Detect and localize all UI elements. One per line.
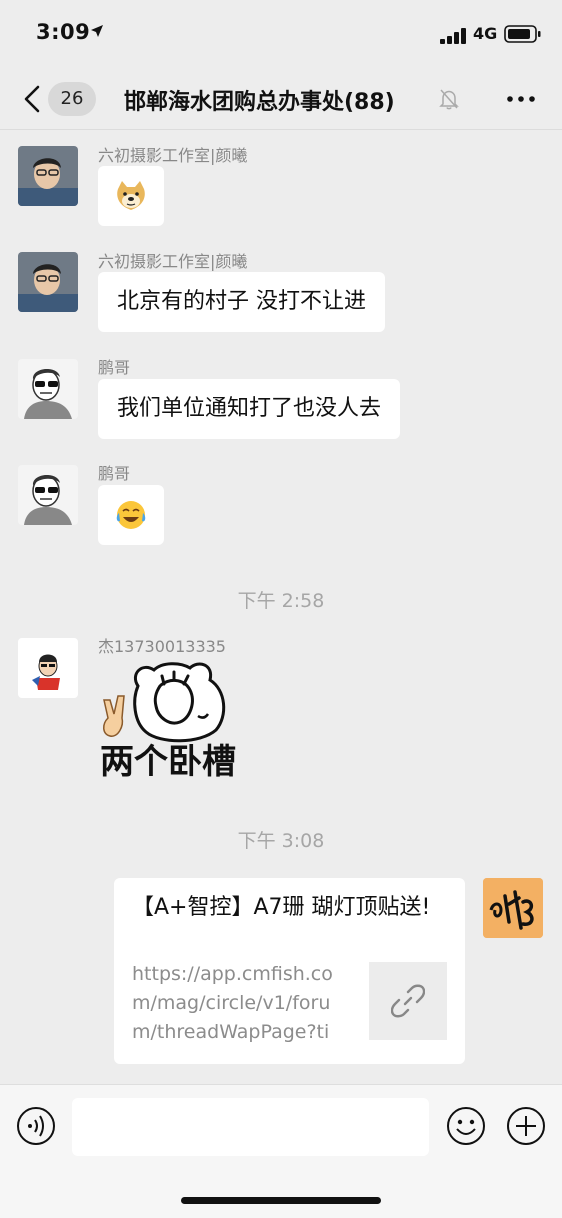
emoji-icon[interactable] bbox=[446, 1106, 486, 1146]
status-time: 3:09 bbox=[36, 20, 91, 44]
plus-icon[interactable] bbox=[506, 1106, 546, 1146]
sender-name: 六初摄影工作室|颜曦 bbox=[98, 146, 248, 165]
link-card[interactable]: 【A+智控】A7珊 瑚灯顶贴送! https://app.cmfish.com/… bbox=[114, 878, 465, 1064]
link-thumbnail bbox=[369, 962, 447, 1040]
message-input[interactable] bbox=[72, 1098, 429, 1156]
crying-laughing-emoji-icon bbox=[116, 501, 146, 529]
doge-emoji-icon bbox=[117, 181, 145, 210]
network-label: 4G bbox=[473, 24, 498, 43]
avatar[interactable] bbox=[18, 252, 78, 312]
voice-icon[interactable] bbox=[16, 1106, 56, 1146]
time-divider: 下午 3:08 bbox=[237, 830, 325, 852]
self-avatar[interactable] bbox=[483, 878, 543, 938]
more-dots-icon[interactable] bbox=[505, 86, 537, 112]
bear-facepalm-icon bbox=[103, 662, 226, 743]
unread-count-badge[interactable]: 26 bbox=[48, 82, 96, 116]
mute-bell-icon bbox=[439, 89, 459, 110]
home-indicator[interactable] bbox=[181, 1197, 381, 1204]
message-text: 北京有的村子 没打不让进 bbox=[117, 289, 366, 314]
battery-icon bbox=[504, 25, 541, 43]
link-url: https://app.cmfish.com/mag/circle/v1/for… bbox=[132, 963, 333, 1043]
sender-name: 六初摄影工作室|颜曦 bbox=[98, 252, 248, 271]
sender-name: 鹏哥 bbox=[98, 464, 131, 483]
text-bubble[interactable]: 我们单位通知打了也没人去 bbox=[98, 379, 401, 439]
sticker-bubble[interactable] bbox=[98, 485, 164, 545]
avatar[interactable] bbox=[18, 359, 78, 419]
chat-title: 邯郸海水团购总办事处(88) bbox=[124, 90, 395, 115]
location-arrow-icon bbox=[91, 25, 103, 37]
sender-name: 杰13730013335 bbox=[98, 637, 226, 656]
signal-icon bbox=[440, 28, 466, 44]
sticker-bubble[interactable] bbox=[98, 166, 164, 226]
avatar[interactable] bbox=[18, 465, 78, 525]
avatar[interactable] bbox=[18, 638, 78, 698]
message-text: 我们单位通知打了也没人去 bbox=[117, 396, 382, 421]
link-title: 【A+智控】A7珊 瑚灯顶贴送! bbox=[132, 895, 431, 920]
bear-facepalm-sticker[interactable]: 两个卧槽 bbox=[98, 656, 258, 786]
chat-header: 26 邯郸海水团购总办事处(88) bbox=[0, 68, 562, 130]
status-bar: 3:09 4G bbox=[0, 0, 562, 68]
time-divider: 下午 2:58 bbox=[237, 590, 325, 612]
sticker-caption: 两个卧槽 bbox=[100, 742, 236, 782]
sender-name: 鹏哥 bbox=[98, 358, 131, 377]
back-chevron-icon[interactable] bbox=[18, 84, 48, 114]
avatar[interactable] bbox=[18, 146, 78, 206]
link-icon bbox=[391, 984, 425, 1018]
text-bubble[interactable]: 北京有的村子 没打不让进 bbox=[98, 272, 385, 332]
